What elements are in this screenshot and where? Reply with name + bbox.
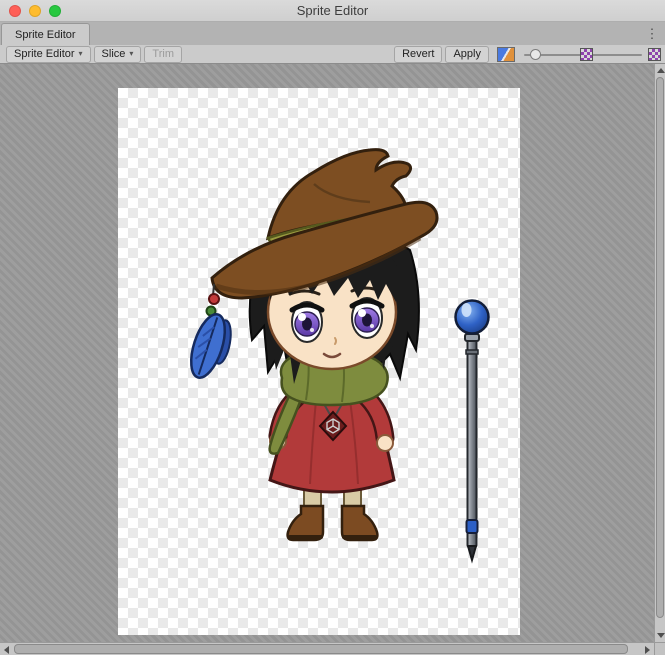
- toolbar: Sprite Editor ▾ Slice ▾ Trim Revert Appl…: [0, 45, 665, 64]
- character-sprite-image: [118, 88, 520, 635]
- slice-dropdown[interactable]: Slice ▾: [94, 46, 142, 63]
- window-title: Sprite Editor: [60, 0, 605, 22]
- scroll-right-icon[interactable]: [645, 646, 650, 654]
- revert-button[interactable]: Revert: [394, 46, 442, 63]
- tab-label: Sprite Editor: [15, 29, 76, 41]
- trim-button: Trim: [144, 46, 182, 63]
- scroll-left-icon[interactable]: [4, 646, 9, 654]
- mip-checker-icon[interactable]: [648, 48, 661, 61]
- tab-sprite-editor[interactable]: Sprite Editor: [1, 23, 90, 45]
- witch-character-sprite: [184, 150, 437, 540]
- sprite-editor-window: Sprite Editor Sprite Editor ⋮ Sprite Edi…: [0, 0, 665, 655]
- traffic-lights: [9, 5, 61, 17]
- minimize-button[interactable]: [29, 5, 41, 17]
- zoom-slider-thumb[interactable]: [530, 49, 541, 60]
- scroll-down-icon[interactable]: [657, 633, 665, 638]
- horizontal-scrollbar-thumb[interactable]: [14, 644, 628, 654]
- staff-sprite: [456, 301, 489, 561]
- scrollbar-corner: [654, 642, 665, 655]
- chevron-down-icon: ▾: [79, 50, 83, 58]
- workspace: [0, 64, 665, 655]
- apply-button[interactable]: Apply: [445, 46, 489, 63]
- titlebar: Sprite Editor: [0, 0, 665, 22]
- vertical-scrollbar-thumb[interactable]: [656, 77, 664, 618]
- close-button[interactable]: [9, 5, 21, 17]
- scroll-up-icon[interactable]: [657, 68, 665, 73]
- sprite-canvas[interactable]: [0, 64, 654, 642]
- kebab-menu-icon[interactable]: ⋮: [645, 24, 659, 44]
- zoom-slider[interactable]: [524, 47, 642, 62]
- mip-checker-icon[interactable]: [580, 48, 593, 61]
- vertical-scrollbar[interactable]: [654, 64, 665, 642]
- tab-bar: Sprite Editor ⋮: [0, 22, 665, 45]
- sprite-editor-mode-dropdown[interactable]: Sprite Editor ▾: [6, 46, 91, 63]
- texture-area[interactable]: [118, 88, 520, 635]
- horizontal-scrollbar[interactable]: [0, 642, 654, 655]
- chevron-down-icon: ▾: [129, 50, 133, 58]
- rgb-alpha-toggle-icon[interactable]: [497, 47, 515, 62]
